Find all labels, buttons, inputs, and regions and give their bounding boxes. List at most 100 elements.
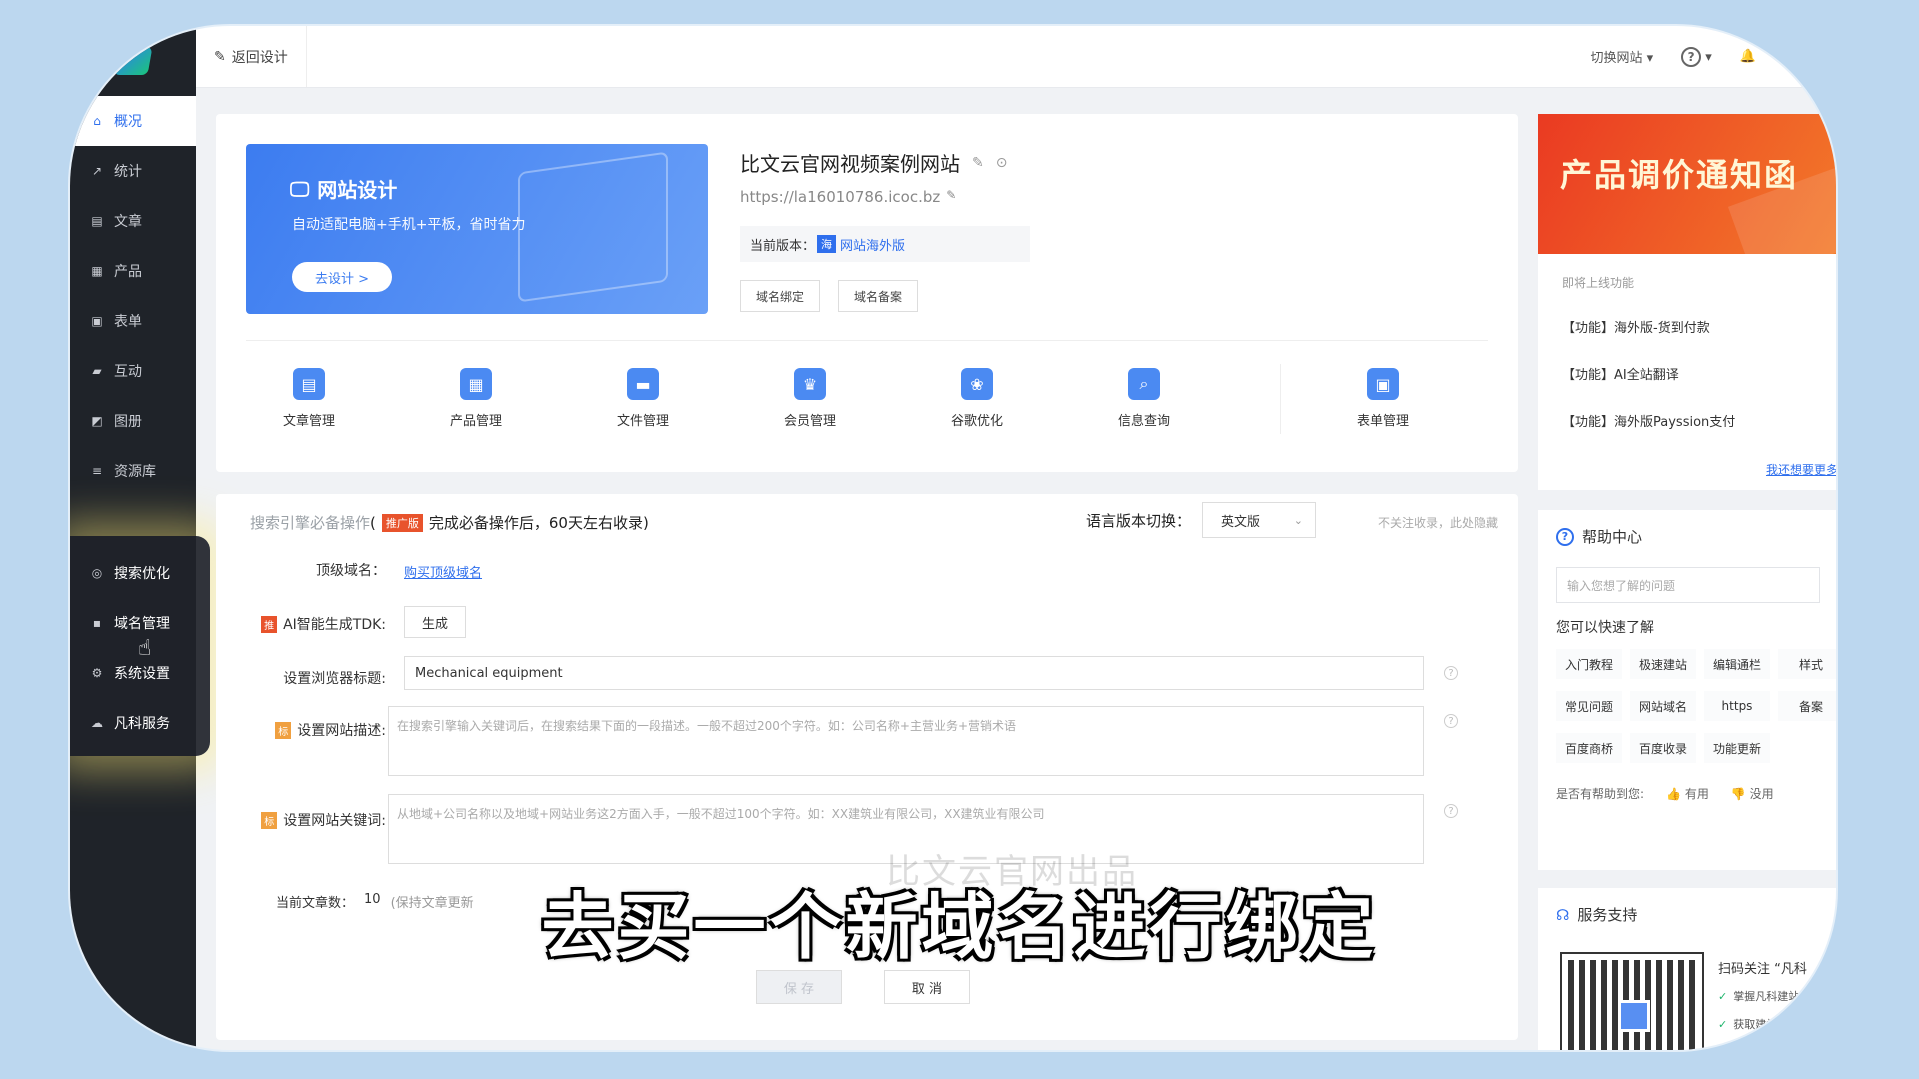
help-topic-chip[interactable]: 样式 (1778, 649, 1836, 679)
sidebar-item-stats[interactable]: ↗ 统计 (70, 146, 196, 196)
browser-title-input[interactable]: Mechanical equipment (404, 656, 1424, 690)
sidebar-item-service[interactable]: ☁ 凡科服务 (70, 698, 210, 748)
domain-record-button[interactable]: 域名备案 (838, 280, 918, 312)
language-switch-label: 语言版本切换： (1086, 512, 1192, 530)
quick-link-label: 信息查询 (1117, 414, 1170, 429)
quick-link-products[interactable]: ▦ 产品管理 (421, 368, 531, 429)
help-topic-chip[interactable]: https (1704, 691, 1770, 721)
quick-link-members[interactable]: ♛ 会员管理 (755, 368, 865, 429)
product-icon: ▦ (91, 264, 103, 278)
save-button[interactable]: 保 存 (756, 970, 842, 1004)
useless-button[interactable]: 👎 没用 (1731, 785, 1774, 802)
language-select-value: 英文版 (1221, 514, 1261, 530)
help-icon: ? (1556, 527, 1574, 546)
help-topic-chip[interactable]: 极速建站 (1630, 649, 1696, 679)
buy-domain-link-text[interactable]: 购买顶级域名 (404, 566, 482, 581)
mouse-cursor-icon: ☝ (138, 636, 152, 661)
help-topic-chip[interactable]: 百度商桥 (1556, 733, 1622, 763)
seo-heading-faded: 搜索引擎必备操作 (250, 514, 371, 532)
sidebar-item-resources[interactable]: ≡ 资源库 (70, 446, 196, 496)
back-label: 返回设计 (231, 49, 288, 66)
help-search-input[interactable]: 输入您想了解的问题 (1556, 567, 1820, 603)
support-check-text: 掌握凡科建站 (1733, 990, 1800, 1003)
seo-heading: 搜索引擎必备操作 ( 推广版 完成必备操作后，60天左右收录) (250, 513, 649, 532)
help-topic-chip[interactable]: 编辑通栏 (1704, 649, 1770, 679)
sidebar-item-label: 域名管理 (114, 616, 170, 632)
banner-illustration (518, 151, 668, 303)
upcoming-item[interactable]: 【功能】AI全站翻译 (1562, 350, 1818, 397)
quick-link-info-query[interactable]: ⌕ 信息查询 (1089, 368, 1199, 429)
sidebar-item-label: 产品 (114, 264, 142, 280)
help-topic-chip[interactable]: 功能更新 (1704, 733, 1770, 763)
sidebar-item-gallery[interactable]: ◩ 图册 (70, 396, 196, 446)
recommend-badge: 推 (261, 615, 278, 633)
switch-site-button[interactable]: 切换网站 ▾ (1590, 47, 1653, 66)
ai-tdk-label-text: AI智能生成TDK: (283, 617, 386, 633)
useful-button[interactable]: 👍 有用 (1666, 785, 1709, 802)
promo-title: 产品调价通知函 (1560, 156, 1799, 194)
more-features-link[interactable]: 我还想要更多 (1766, 461, 1836, 478)
sidebar-item-seo[interactable]: ◎ 搜索优化 (70, 548, 210, 598)
site-url-text[interactable]: https://la16010786.icoc.bz (740, 188, 940, 206)
sidebar-item-articles[interactable]: ▤ 文章 (70, 196, 196, 246)
help-center-title: ? 帮助中心 (1556, 526, 1820, 547)
chevron-down-icon: ⌄ (1293, 513, 1303, 527)
generate-button[interactable]: 生成 (404, 606, 466, 638)
quick-link-label: 谷歌优化 (950, 414, 1003, 429)
monitor-icon: 🖵 (290, 176, 310, 201)
question-icon[interactable]: ? (1444, 804, 1458, 818)
help-topic-chip[interactable]: 网站域名 (1630, 691, 1696, 721)
home-icon: ⌂ (93, 114, 101, 128)
language-select[interactable]: 英文版 ⌄ (1202, 502, 1316, 538)
hide-seo-link[interactable]: 不关注收录，此处隐藏 (1378, 514, 1498, 531)
upcoming-item[interactable]: 【功能】海外版Payssion支付 (1562, 397, 1818, 444)
site-keywords-label: 标 设置网站关键词: (236, 810, 386, 830)
site-url: https://la16010786.icoc.bz ✎ (740, 188, 956, 206)
sidebar-item-label: 系统设置 (114, 666, 170, 682)
help-topic-chip[interactable]: 常见问题 (1556, 691, 1622, 721)
promo-banner[interactable]: 产品调价通知函 (1538, 114, 1836, 254)
help-topic-chip[interactable]: 百度收录 (1630, 733, 1696, 763)
feedback-question: 是否有帮助到您: (1556, 787, 1645, 801)
help-topic-chip[interactable]: 备案 (1778, 691, 1836, 721)
promo-tag: 推广版 (381, 513, 423, 532)
settings-icon[interactable]: ⊙ (996, 155, 1008, 171)
check-icon: ✓ (1718, 1018, 1728, 1031)
edit-icon[interactable]: ✎ (972, 155, 984, 171)
domain-icon: ▪ (92, 616, 102, 630)
quick-link-google-seo[interactable]: ❀ 谷歌优化 (922, 368, 1032, 429)
cancel-button[interactable]: 取 消 (884, 970, 970, 1004)
buy-domain-link[interactable]: 购买顶级域名 (404, 562, 482, 581)
upcoming-item[interactable]: 【功能】海外版-货到付款 (1562, 303, 1818, 350)
back-to-design-button[interactable]: ✎ 返回设计 (196, 26, 307, 87)
quick-link-forms[interactable]: ▣ 表单管理 (1328, 368, 1438, 429)
site-description-textarea[interactable]: 在搜索引擎输入关键词后，在搜索结果下面的一段描述。一般不超过200个字符。如：公… (388, 706, 1424, 776)
bell-icon[interactable]: 🔔 (1740, 49, 1756, 64)
folder-icon: ▬ (627, 368, 659, 400)
divider (246, 340, 1488, 341)
go-design-button[interactable]: 去设计 > (292, 262, 392, 292)
sidebar-item-forms[interactable]: ▣ 表单 (70, 296, 196, 346)
chart-icon: ↗ (91, 164, 103, 178)
paw-icon: ❀ (961, 368, 993, 400)
version-value[interactable]: 网站海外版 (840, 235, 905, 254)
question-icon[interactable]: ? (1444, 714, 1458, 728)
thumbs-up-icon: 👍 (1666, 787, 1681, 801)
quick-link-files[interactable]: ▬ 文件管理 (588, 368, 698, 429)
help-icon: ? (1681, 46, 1702, 67)
help-button[interactable]: ? ▾ (1681, 46, 1712, 67)
quick-link-label: 表单管理 (1356, 414, 1409, 429)
sidebar-item-interaction[interactable]: ▰ 互动 (70, 346, 196, 396)
database-icon: ≡ (91, 464, 103, 478)
sidebar-item-overview[interactable]: ⌂ 概况 (70, 96, 196, 146)
banner-title-text: 网站设计 (317, 178, 398, 202)
support-check-item: ✓ 掌握凡科建站 (1718, 988, 1799, 1004)
quick-link-label: 会员管理 (783, 414, 836, 429)
domain-bind-button[interactable]: 域名绑定 (740, 280, 820, 312)
help-topic-chip[interactable]: 入门教程 (1556, 649, 1622, 679)
label-badge: 标 (261, 811, 278, 829)
sidebar-item-products[interactable]: ▦ 产品 (70, 246, 196, 296)
question-icon[interactable]: ? (1444, 666, 1458, 680)
quick-link-articles[interactable]: ▤ 文章管理 (254, 368, 364, 429)
external-link-icon[interactable]: ✎ (946, 188, 956, 206)
